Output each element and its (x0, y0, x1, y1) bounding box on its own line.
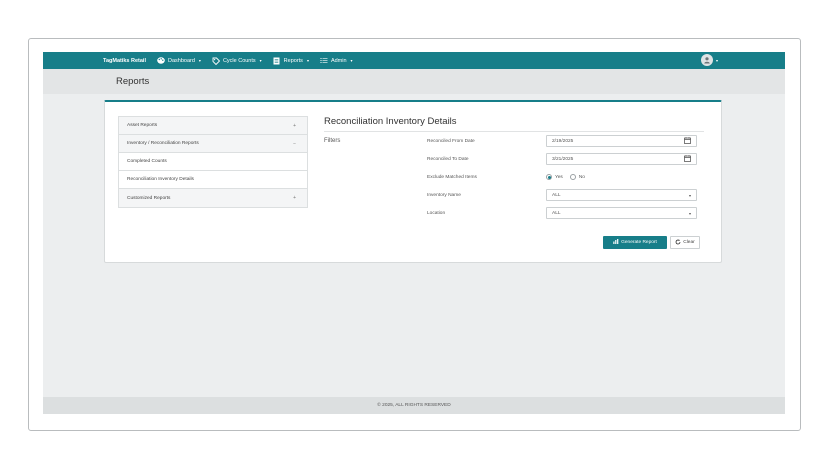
inventory-label: Inventory Name (427, 192, 461, 198)
inventory-value: ALL (552, 192, 561, 198)
top-navbar: TagMatiks Retail Dashboard ▾ Cycle Count… (43, 52, 785, 69)
refresh-icon (675, 238, 681, 247)
to-date-value: 3/21/2025 (552, 156, 574, 162)
sidebar-item-inventory-reconciliation[interactable]: Inventory / Reconciliation Reports − (119, 135, 307, 153)
sidebar-item-asset-reports[interactable]: Asset Reports + (119, 117, 307, 135)
copyright-text: © 2025, ALL RIGHTS RESERVED (377, 403, 451, 408)
page-title: Reports (116, 76, 150, 87)
to-date-input[interactable]: 3/21/2025 (546, 153, 697, 165)
sidebar-item-label: Completed Counts (127, 159, 167, 164)
list-icon (320, 57, 328, 65)
exclude-yes-radio[interactable] (546, 174, 552, 180)
report-sidebar: Asset Reports + Inventory / Reconciliati… (118, 116, 308, 208)
nav-dashboard-label: Dashboard (168, 57, 195, 64)
caret-down-icon: ▾ (688, 210, 691, 216)
nav-admin[interactable]: Admin ▾ (320, 57, 353, 65)
calendar-icon[interactable] (684, 136, 691, 146)
sidebar-item-label: Reconciliation Inventory Details (127, 177, 194, 182)
nav-reports[interactable]: Reports ▾ (273, 57, 309, 65)
calendar-icon[interactable] (684, 154, 691, 164)
sidebar-item-label: Asset Reports (127, 123, 158, 128)
from-date-label: Reconciled From Date (427, 138, 475, 144)
collapse-icon: − (293, 140, 296, 147)
footer: © 2025, ALL RIGHTS RESERVED (43, 397, 785, 414)
to-date-label: Reconciled To Date (427, 156, 469, 162)
chevron-down-icon: ▾ (198, 58, 201, 63)
bar-chart-icon (613, 239, 619, 246)
exclude-label: Exclude Matched Items (427, 174, 477, 180)
expand-icon: + (293, 122, 296, 129)
app-window: TagMatiks Retail Dashboard ▾ Cycle Count… (43, 52, 785, 414)
exclude-no-label: No (578, 174, 585, 180)
location-select[interactable]: ALL ▾ (546, 207, 697, 219)
tag-icon (212, 57, 220, 65)
report-card: Asset Reports + Inventory / Reconciliati… (104, 100, 722, 263)
inventory-select[interactable]: ALL ▾ (546, 189, 697, 201)
from-date-input[interactable]: 2/19/2025 (546, 135, 697, 147)
location-value: ALL (552, 210, 561, 216)
filter-row-inventory: Inventory Name ALL ▾ (427, 188, 697, 202)
palette-icon (157, 57, 165, 65)
nav-dashboard[interactable]: Dashboard ▾ (157, 57, 201, 65)
exclude-yes-label: Yes (555, 174, 563, 180)
generate-report-button[interactable]: Generate Report (603, 236, 667, 249)
nav-reports-label: Reports (283, 57, 303, 64)
report-icon (273, 57, 281, 65)
nav-cycle-counts[interactable]: Cycle Counts ▾ (212, 57, 262, 65)
filter-row-from-date: Reconciled From Date 2/19/2025 (427, 134, 697, 148)
filter-row-location: Location ALL ▾ (427, 206, 697, 220)
expand-icon: + (293, 195, 296, 201)
page-header: Reports (43, 69, 785, 94)
chevron-down-icon: ▾ (259, 58, 262, 63)
brand-logo[interactable]: TagMatiks Retail (103, 58, 146, 64)
filters-label: Filters (324, 138, 341, 144)
from-date-value: 2/19/2025 (552, 138, 574, 144)
caret-down-icon: ▾ (688, 192, 691, 198)
user-avatar-icon (700, 54, 713, 66)
sidebar-item-reconciliation-details[interactable]: Reconciliation Inventory Details (119, 171, 307, 189)
clear-button[interactable]: Clear (670, 236, 700, 249)
generate-report-label: Generate Report (621, 240, 657, 245)
sidebar-item-customized-reports[interactable]: Customized Reports + (119, 189, 307, 207)
nav-admin-label: Admin (330, 57, 347, 64)
sidebar-item-label: Inventory / Reconciliation Reports (127, 141, 199, 146)
chevron-down-icon: ▾ (306, 58, 309, 63)
chevron-down-icon: ▾ (715, 57, 718, 63)
report-title: Reconciliation Inventory Details (324, 116, 704, 132)
clear-label: Clear (683, 240, 695, 245)
report-content: Reconciliation Inventory Details (324, 116, 704, 132)
filter-row-to-date: Reconciled To Date 3/21/2025 (427, 152, 697, 166)
exclude-no-radio[interactable] (569, 174, 576, 180)
sidebar-item-completed-counts[interactable]: Completed Counts (119, 153, 307, 171)
exclude-radio-group: Yes No (546, 174, 585, 180)
location-label: Location (427, 210, 446, 216)
user-menu[interactable]: ▾ (700, 54, 718, 66)
filter-row-exclude: Exclude Matched Items Yes No (427, 170, 697, 184)
nav-cycle-counts-label: Cycle Counts (222, 57, 256, 64)
sidebar-item-label: Customized Reports (127, 195, 171, 201)
chevron-down-icon: ▾ (350, 58, 353, 63)
